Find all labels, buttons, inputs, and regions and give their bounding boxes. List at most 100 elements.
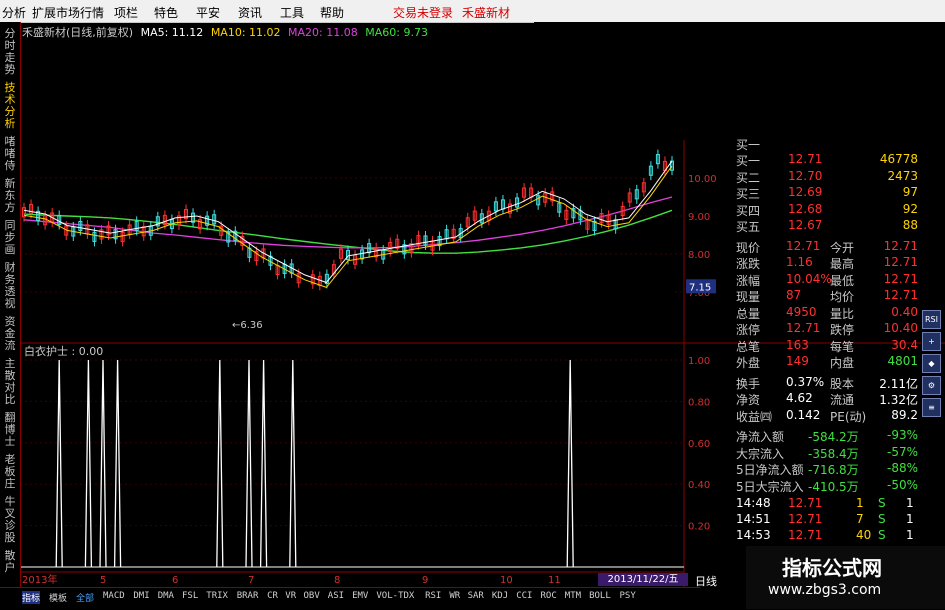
quote-row: 买四 12.68 92 bbox=[736, 202, 920, 218]
indicator-tab-10[interactable]: VR bbox=[285, 591, 296, 601]
right-tool-icon[interactable]: ◆ bbox=[922, 354, 941, 373]
menu-item-pingan[interactable]: 平安 bbox=[196, 4, 220, 21]
quote-label: 5日净流入额 bbox=[736, 463, 804, 477]
indicator-tab-13[interactable]: EMV bbox=[352, 591, 368, 601]
quote-value-2: 2.11亿 bbox=[879, 376, 918, 391]
indicator-tab-20[interactable]: ROC bbox=[541, 591, 557, 601]
indicator-tab-17[interactable]: SAR bbox=[468, 591, 484, 601]
quote-value-2: 4801 bbox=[887, 354, 918, 368]
indicator-tab-15[interactable]: RSI bbox=[425, 591, 441, 601]
indicator-tab-16[interactable]: WR bbox=[449, 591, 460, 601]
quote-label: 涨跌 bbox=[736, 257, 761, 271]
indicator-tick-label: 0.60 bbox=[688, 439, 710, 450]
quote-value-2: 2473 bbox=[887, 168, 918, 183]
indicator-tab-1[interactable]: 模板 bbox=[49, 591, 67, 604]
tick-cell: 14:48 bbox=[736, 496, 771, 510]
indicator-tab-6[interactable]: FSL bbox=[182, 591, 198, 601]
trade-login-status[interactable]: 交易未登录 bbox=[393, 4, 453, 21]
quote-label: 买二 bbox=[736, 170, 761, 185]
quote-row: 现价 12.71 今开 12.71 bbox=[736, 239, 920, 255]
tick-cell: 14:53 bbox=[736, 528, 771, 542]
right-tool-icon[interactable]: + bbox=[922, 332, 941, 351]
indicator-tab-23[interactable]: PSY bbox=[620, 591, 636, 601]
right-tool-icon[interactable]: RSI bbox=[922, 310, 941, 329]
left-tab-7[interactable]: 主散对比 bbox=[2, 358, 18, 406]
indicator-tab-2[interactable]: 全部 bbox=[76, 591, 94, 604]
menu-item-analysis[interactable]: 分析 bbox=[2, 4, 26, 21]
indicator-tab-7[interactable]: TRIX bbox=[206, 591, 228, 601]
chart-title-bar: 禾盛新材(日线,前复权) MA5: 11.12 MA10: 11.02 MA20… bbox=[22, 24, 428, 40]
ma60-label: MA60: 9.73 bbox=[365, 26, 428, 39]
left-vertical-tabs: 分时走势技术分析啫啫侍新东方同步画财务透视资金流主散对比翻博士老板庄牛叉诊股散户 bbox=[0, 22, 21, 609]
time-axis-label: 9 bbox=[422, 575, 428, 586]
quote-value-2: -57% bbox=[886, 444, 918, 459]
occluded-price-region bbox=[272, 282, 672, 327]
quote-row: 5日大宗流入 -410.5万 -50% bbox=[736, 478, 920, 494]
indicator-tab-0[interactable]: 指标 bbox=[22, 591, 41, 604]
indicator-tick-label: 1.00 bbox=[688, 356, 710, 367]
indicator-tab-11[interactable]: OBV bbox=[304, 591, 320, 601]
indicator-spike bbox=[289, 359, 297, 568]
left-tab-4[interactable]: 同步画 bbox=[2, 220, 18, 256]
right-tool-icon[interactable]: ⚙ bbox=[922, 376, 941, 395]
quote-value: 12.71 bbox=[788, 152, 823, 166]
indicator-spike bbox=[84, 359, 93, 568]
quote-value: 10.04% bbox=[786, 271, 832, 286]
menu-item-news[interactable]: 资讯 bbox=[238, 4, 262, 21]
indicator-tab-21[interactable]: MTM bbox=[565, 591, 581, 601]
quote-label-2: 内盘 bbox=[830, 356, 855, 370]
indicator-spike bbox=[99, 359, 107, 568]
menu-item-features[interactable]: 特色 bbox=[154, 4, 178, 21]
left-tab-10[interactable]: 牛叉诊股 bbox=[2, 496, 18, 544]
left-tab-11[interactable]: 散户 bbox=[2, 550, 18, 574]
quote-label-2: 最低 bbox=[830, 273, 855, 288]
quote-value-2: 1.32亿 bbox=[879, 393, 918, 407]
left-tab-8[interactable]: 翻博士 bbox=[2, 412, 18, 448]
left-tab-9[interactable]: 老板庄 bbox=[2, 454, 18, 490]
quote-value: 12.68 bbox=[788, 201, 823, 216]
indicator-tab-14[interactable]: VOL-TDX bbox=[376, 591, 414, 601]
menu-item-help[interactable]: 帮助 bbox=[320, 4, 344, 21]
tick-cell: 14:51 bbox=[736, 512, 771, 526]
indicator-tick-label: 0.20 bbox=[688, 522, 710, 533]
menu-item-extended-market[interactable]: 扩展市场行情 bbox=[32, 4, 104, 21]
left-tab-3[interactable]: 新东方 bbox=[2, 178, 18, 214]
indicator-tab-3[interactable]: MACD bbox=[103, 591, 125, 601]
indicator-tab-5[interactable]: DMA bbox=[158, 591, 174, 601]
tick-row: 14:48 12.71 1 S 1 bbox=[736, 496, 920, 512]
menu-item-columns[interactable]: 项栏 bbox=[114, 4, 138, 21]
left-tab-5[interactable]: 财务透视 bbox=[2, 262, 18, 310]
quote-row: 涨停 12.71 跌停 10.40 bbox=[736, 321, 920, 337]
period-label[interactable]: 日线 bbox=[695, 573, 717, 589]
indicator-tab-4[interactable]: DMI bbox=[133, 591, 149, 601]
right-tool-icon[interactable]: ≡ bbox=[922, 398, 941, 417]
ma10-line bbox=[23, 165, 673, 288]
quote-row: 总量 4950 量比 0.40 bbox=[736, 305, 920, 321]
left-tab-6[interactable]: 资金流 bbox=[2, 316, 18, 352]
quote-value: 0.142 bbox=[786, 407, 821, 422]
quote-label-2: 每笔 bbox=[830, 339, 855, 354]
indicator-tab-18[interactable]: KDJ bbox=[492, 591, 508, 601]
quote-row: 买二 12.70 2473 bbox=[736, 169, 920, 185]
menu-item-tools[interactable]: 工具 bbox=[280, 4, 304, 21]
time-axis-label: 6 bbox=[172, 575, 178, 586]
quote-row: 现量 87 均价 12.71 bbox=[736, 288, 920, 304]
quote-value: 12.67 bbox=[788, 218, 823, 232]
quote-label-2: 量比 bbox=[830, 306, 855, 321]
quote-label-2: PE(动) bbox=[830, 409, 867, 424]
left-tab-0[interactable]: 分时走势 bbox=[2, 28, 18, 76]
quote-row: 涨跌 1.16 最高 12.71 bbox=[736, 255, 920, 271]
quote-row: 净资 4.62 流通 1.32亿 bbox=[736, 391, 920, 407]
indicator-tab-22[interactable]: BOLL bbox=[589, 591, 611, 601]
indicator-tab-9[interactable]: CR bbox=[267, 591, 278, 601]
low-price-annotation: ←6.36 bbox=[232, 320, 263, 331]
indicator-tab-12[interactable]: ASI bbox=[328, 591, 344, 601]
time-axis-label: 11 bbox=[548, 575, 561, 586]
quote-value-2: 10.40 bbox=[883, 321, 918, 335]
left-tab-1[interactable]: 技术分析 bbox=[2, 82, 18, 130]
left-tab-2[interactable]: 啫啫侍 bbox=[2, 136, 18, 172]
indicator-tab-8[interactable]: BRAR bbox=[237, 591, 259, 601]
indicator-tab-19[interactable]: CCI bbox=[516, 591, 532, 601]
price-tick-label: 10.00 bbox=[688, 174, 717, 185]
quote-value: 12.71 bbox=[786, 238, 821, 253]
